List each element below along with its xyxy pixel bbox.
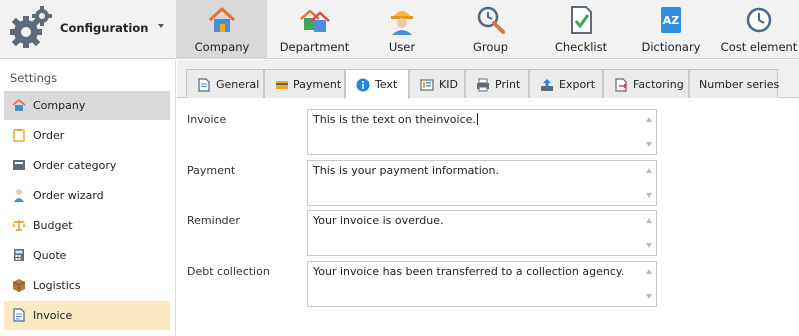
nav-label: Dictionary	[641, 40, 701, 54]
sidebar-item-label: Budget	[33, 219, 73, 232]
sidebar-item-company[interactable]: Company	[4, 91, 170, 120]
box-icon	[12, 279, 26, 292]
sidebar-item-label: Quote	[33, 249, 67, 262]
sidebar-item-order[interactable]: Order	[4, 121, 170, 150]
document-icon	[198, 78, 210, 92]
gears-icon	[10, 6, 52, 48]
tab-print[interactable]: Print	[465, 69, 529, 98]
scroll-down-icon[interactable]	[646, 294, 652, 299]
tab-export[interactable]: Export	[529, 69, 603, 98]
nav-label: Cost element	[720, 40, 798, 54]
nav-checklist[interactable]: Checklist	[539, 0, 623, 59]
wizard-icon	[14, 189, 24, 202]
nav-group[interactable]: Group	[442, 0, 539, 59]
tab-label: General	[216, 78, 260, 91]
sidebar-item-label: Company	[33, 99, 86, 112]
kid-icon	[420, 79, 434, 91]
settings-sidebar: Settings Company Order Order category Or…	[0, 60, 176, 336]
app-title: Configuration	[60, 21, 149, 35]
tab-strip: General Payment Text KID Print Export Fa…	[177, 60, 799, 99]
top-ribbon: Configuration Company Department User Gr…	[0, 0, 799, 59]
info-icon	[356, 78, 370, 92]
tab-label: Text	[375, 78, 398, 91]
svg-text:AZ: AZ	[663, 14, 680, 27]
tab-general[interactable]: General	[186, 69, 264, 98]
houses-icon	[299, 9, 330, 32]
wrench-clock-icon	[477, 6, 505, 34]
reminder-text-field[interactable]: Your invoice is overdue.	[307, 210, 657, 256]
clipboard-icon	[13, 129, 25, 142]
calculator-icon	[14, 249, 24, 261]
scroll-up-icon[interactable]	[646, 168, 652, 173]
tab-label: Factoring	[633, 78, 684, 91]
invoice-icon	[13, 308, 25, 322]
debt-collection-text-label: Debt collection	[187, 265, 270, 278]
scroll-up-icon[interactable]	[646, 117, 652, 122]
category-icon	[13, 160, 25, 170]
nav-cost-element[interactable]: Cost element	[719, 0, 799, 59]
tab-number-series[interactable]: Number series	[689, 69, 780, 98]
nav-label: Department	[279, 40, 350, 54]
scroll-down-icon[interactable]	[646, 193, 652, 198]
invoice-settings-panel: General Payment Text KID Print Export Fa…	[177, 60, 799, 336]
tab-label: Payment	[293, 78, 342, 91]
tab-label: Number series	[699, 78, 780, 91]
tab-label: Print	[495, 78, 521, 91]
house-icon	[12, 98, 26, 111]
chevron-down-icon[interactable]	[158, 24, 164, 28]
nav-company[interactable]: Company	[177, 0, 267, 59]
field-value: Your invoice is overdue.	[313, 214, 444, 227]
tab-label: Export	[559, 78, 596, 91]
payment-text-label: Payment	[187, 164, 236, 177]
factoring-icon	[615, 78, 627, 92]
field-value: Your invoice has been transferred to a c…	[313, 265, 625, 278]
tab-kid[interactable]: KID	[409, 69, 465, 98]
tab-payment[interactable]: Payment	[264, 69, 345, 98]
sidebar-item-order-wizard[interactable]: Order wizard	[4, 181, 170, 210]
dictionary-icon: AZ	[661, 7, 681, 33]
invoice-text-field[interactable]: This is the text on theinvoice.	[307, 109, 657, 155]
scroll-down-icon[interactable]	[646, 243, 652, 248]
payment-icon	[276, 81, 288, 89]
tab-label: KID	[439, 78, 458, 91]
worker-icon	[391, 11, 413, 35]
nav-label: Checklist	[554, 40, 608, 54]
sidebar-item-logistics[interactable]: Logistics	[4, 271, 170, 300]
house-icon	[208, 7, 236, 32]
app-selector[interactable]: Configuration	[0, 0, 177, 59]
nav-dictionary[interactable]: AZ Dictionary	[623, 0, 719, 59]
nav-department[interactable]: Department	[267, 0, 362, 59]
sidebar-item-order-category[interactable]: Order category	[4, 151, 170, 180]
scroll-up-icon[interactable]	[646, 218, 652, 223]
scroll-down-icon[interactable]	[646, 142, 652, 147]
sidebar-item-label: Invoice	[33, 309, 73, 322]
scroll-up-icon[interactable]	[646, 269, 652, 274]
sidebar-heading: Settings	[10, 71, 58, 85]
debt-collection-text-field[interactable]: Your invoice has been transferred to a c…	[307, 261, 657, 307]
scales-icon	[12, 220, 26, 231]
sidebar-item-label: Logistics	[33, 279, 81, 292]
sidebar-item-label: Order	[33, 129, 65, 142]
tab-factoring[interactable]: Factoring	[603, 69, 689, 98]
field-value: This is the text on theinvoice.	[313, 113, 478, 126]
reminder-text-label: Reminder	[187, 214, 240, 227]
invoice-text-label: Invoice	[187, 113, 227, 126]
payment-text-field[interactable]: This is your payment information.	[307, 160, 657, 206]
checklist-icon	[571, 6, 592, 34]
sidebar-item-invoice[interactable]: Invoice	[4, 301, 170, 330]
sidebar-item-label: Order category	[33, 159, 117, 172]
nav-user[interactable]: User	[362, 0, 442, 59]
sidebar-item-quote[interactable]: Quote	[4, 241, 170, 270]
nav-label: Company	[194, 40, 250, 54]
nav-label: User	[388, 40, 416, 54]
clock-icon	[746, 7, 772, 33]
printer-icon	[477, 78, 489, 92]
export-icon	[541, 79, 553, 91]
tab-text[interactable]: Text	[345, 69, 409, 99]
sidebar-item-label: Order wizard	[33, 189, 104, 202]
nav-label: Group	[472, 40, 508, 54]
sidebar-item-budget[interactable]: Budget	[4, 211, 170, 240]
field-value: This is your payment information.	[313, 164, 499, 177]
